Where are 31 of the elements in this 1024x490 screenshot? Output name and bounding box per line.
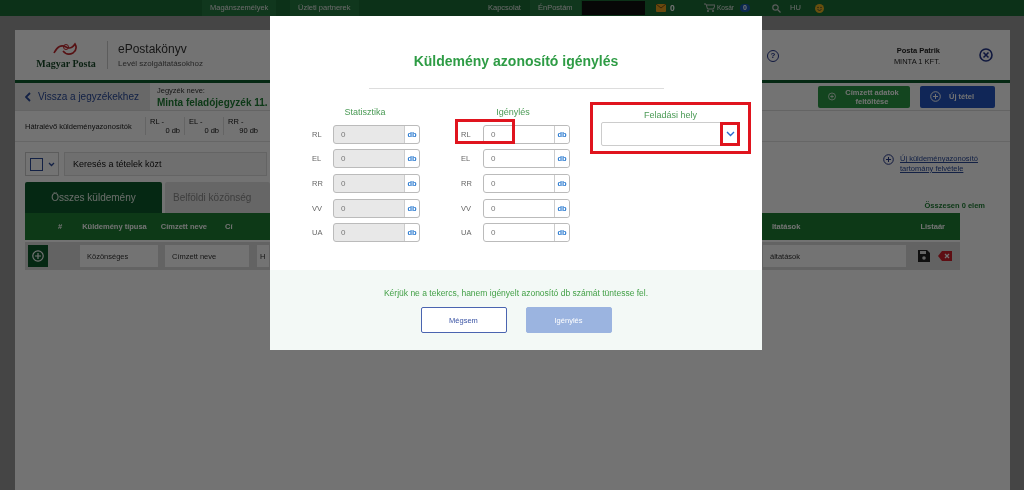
search-icon[interactable]: [772, 4, 781, 13]
dark-field[interactable]: [582, 1, 645, 15]
app-subtitle: Levél szolgáltatásokhoz: [118, 59, 203, 68]
save-icon[interactable]: [918, 250, 930, 262]
column-heading: Feladási hely: [643, 110, 698, 120]
chevron-left-icon: [25, 91, 31, 102]
cart-icon[interactable]: [704, 3, 715, 12]
column-heading: Igénylés: [495, 107, 531, 117]
app-name: ePostakönyv: [118, 42, 188, 56]
list-name: Minta feladójegyzék 11.: [157, 96, 268, 108]
add-row-button[interactable]: [28, 245, 48, 267]
select-all-dropdown[interactable]: [25, 152, 59, 176]
back-link[interactable]: Vissza a jegyzékekhez: [15, 83, 150, 110]
search-field[interactable]: Keresés a tételek közt: [64, 152, 267, 176]
location-dropdown[interactable]: [601, 122, 740, 146]
plus-circle-icon: [32, 250, 44, 262]
delete-icon[interactable]: [938, 251, 952, 261]
mail-count: 0: [670, 2, 675, 15]
column-heading: Statisztika: [343, 107, 387, 117]
logo-wordmark: Magyar Posta: [36, 58, 96, 69]
plus-circle-icon: [930, 91, 941, 102]
plus-circle-icon[interactable]: [883, 154, 894, 166]
smiley-icon[interactable]: [815, 3, 824, 13]
close-icon[interactable]: [979, 48, 993, 62]
plus-circle-icon: [828, 91, 836, 102]
caret-icon: [725, 131, 735, 137]
envelope-icon[interactable]: [656, 4, 666, 12]
tab[interactable]: Összes küldemény: [25, 182, 162, 213]
hint-message: Kérjük ne a tekercs, hanem igényelt azonosító db számát tüntesse fel.: [383, 288, 649, 298]
caret-icon: [47, 161, 55, 167]
dialog-title: Küldemény azonosító igénylés: [413, 53, 619, 69]
